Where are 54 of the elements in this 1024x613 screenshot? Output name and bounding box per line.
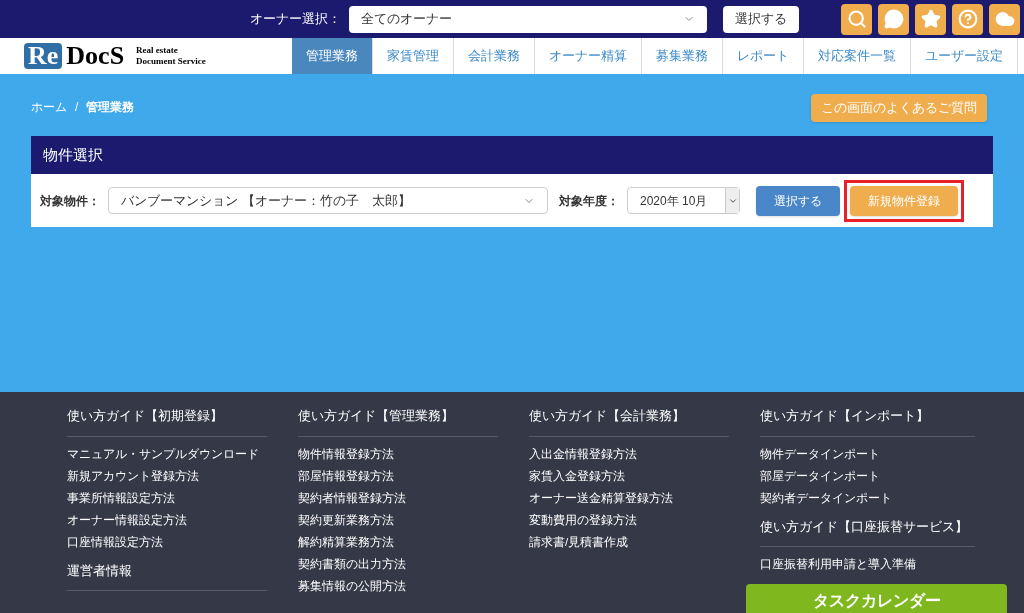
property-label: 対象物件：: [40, 192, 100, 210]
help-icon-button[interactable]: [952, 3, 983, 35]
footer-link[interactable]: マニュアル・サンプルダウンロード: [67, 442, 259, 465]
panel-header: 物件選択: [31, 136, 993, 174]
footer-link[interactable]: オーナー情報設定方法: [67, 508, 187, 531]
footer-link[interactable]: 物件情報登録方法: [298, 442, 394, 465]
footer-link[interactable]: 新規アカウント登録方法: [67, 464, 199, 487]
footer-heading: 使い方ガイド【管理業務】: [298, 406, 498, 437]
footer-link[interactable]: 家賃入金登録方法: [529, 464, 625, 487]
logo-mark: Re: [24, 43, 63, 69]
footer-link[interactable]: 物件データインポート: [760, 442, 880, 465]
breadcrumb-current: 管理業務: [86, 99, 135, 116]
footer-link[interactable]: 事業所情報設定方法: [67, 486, 175, 509]
logo-tagline: Real estate: [136, 45, 179, 56]
breadcrumb-separator: /: [75, 99, 79, 116]
logo-wordmark: DocS: [66, 43, 125, 69]
footer-heading: 使い方ガイド【初期登録】: [67, 406, 267, 437]
footer-heading: 使い方ガイド【インポート】: [760, 406, 975, 437]
footer-link[interactable]: 契約者データインポート: [760, 486, 892, 509]
footer-link[interactable]: 変動費用の登録方法: [529, 508, 637, 531]
search-icon: [846, 9, 867, 29]
footer-link[interactable]: 契約者情報登録方法: [298, 486, 406, 509]
nav-tab[interactable]: 管理業務: [292, 38, 373, 74]
footer-heading: 使い方ガイド【会計業務】: [529, 406, 729, 437]
year-select[interactable]: 2020年 10月: [627, 187, 740, 214]
cloud-icon: [994, 9, 1015, 29]
footer-heading: 運営者情報: [67, 560, 267, 591]
star-icon: [920, 9, 941, 29]
search-icon-button[interactable]: [841, 3, 872, 35]
logo-tagline: Document Service: [136, 56, 206, 67]
footer-link[interactable]: 口座情報設定方法: [67, 530, 163, 553]
footer-link[interactable]: 契約更新業務方法: [298, 508, 394, 531]
footer-link[interactable]: 募集情報の公開方法: [298, 574, 406, 597]
property-select[interactable]: バンブーマンション 【オーナー：竹の子 太郎】: [108, 187, 548, 214]
owner-select[interactable]: 全てのオーナー: [349, 5, 707, 33]
chevron-icon: [725, 188, 739, 213]
footer-link[interactable]: 部屋情報登録方法: [298, 464, 394, 487]
footer-link[interactable]: オーナー送金精算登録方法: [529, 486, 673, 509]
speech-bubble-icon: [883, 9, 904, 29]
footer-heading: 使い方ガイド【口座振替サービス】: [760, 516, 975, 547]
footer-link[interactable]: 口座振替利用申請と導入準備: [760, 553, 916, 575]
select-button[interactable]: 選択する: [756, 185, 840, 216]
footer-link[interactable]: 解約精算業務方法: [298, 530, 394, 553]
help-icon: [957, 9, 978, 29]
footer-link[interactable]: 入出金情報登録方法: [529, 442, 637, 465]
star-icon-button[interactable]: [915, 3, 946, 35]
footer-link[interactable]: 契約書類の出力方法: [298, 552, 406, 575]
footer-link[interactable]: 部屋データインポート: [760, 464, 880, 487]
cloud-icon-button[interactable]: [989, 3, 1020, 35]
year-label: 対象年度：: [559, 192, 619, 210]
speech-bubble-icon-button[interactable]: [878, 3, 909, 35]
footer-link[interactable]: 請求書/見積書作成: [529, 530, 629, 553]
owner-select-button[interactable]: 選択する: [723, 5, 799, 33]
owner-select-label: オーナー選択：: [250, 10, 341, 29]
